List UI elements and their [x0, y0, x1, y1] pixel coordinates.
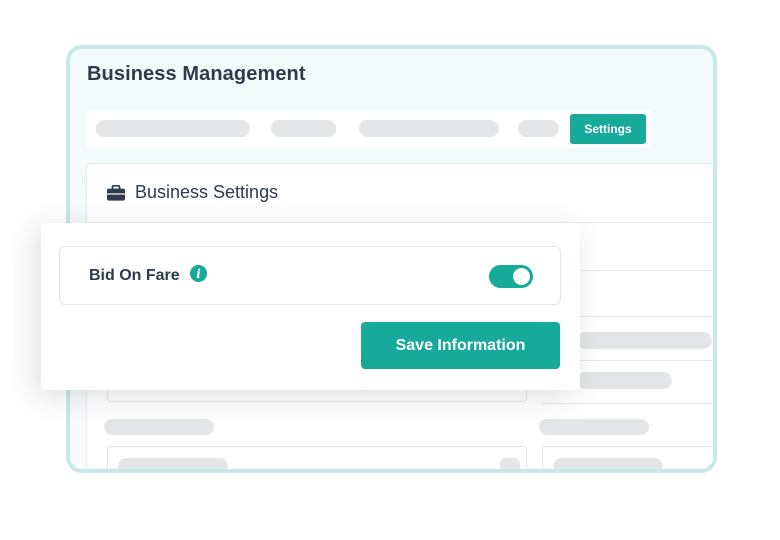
divider: [541, 403, 713, 404]
input-field[interactable]: [542, 446, 713, 469]
bid-on-fare-row: Bid On Fare i: [59, 246, 561, 305]
card-title: Business Settings: [135, 182, 279, 202]
page-title: Business Management: [87, 63, 306, 85]
tab-placeholder[interactable]: [271, 120, 336, 137]
label-placeholder: [539, 419, 649, 435]
tab-placeholder[interactable]: [518, 120, 559, 137]
info-icon[interactable]: i: [190, 265, 207, 282]
toggle-knob: [513, 268, 530, 285]
card-header: Business Settings: [107, 182, 278, 203]
tab-placeholder[interactable]: [96, 120, 250, 137]
bid-on-fare-label: Bid On Fare: [89, 267, 180, 284]
save-information-button[interactable]: Save Information: [361, 322, 560, 369]
bid-on-fare-panel: Bid On Fare i Save Information: [41, 223, 580, 390]
label-placeholder: [104, 419, 214, 435]
input-field[interactable]: [107, 446, 527, 469]
value-placeholder: [500, 458, 520, 469]
value-placeholder: [118, 458, 228, 469]
value-placeholder: [553, 458, 663, 469]
tab-placeholder[interactable]: [359, 120, 499, 137]
field-placeholder: [577, 332, 712, 349]
tab-bar: Settings: [86, 110, 652, 148]
bid-on-fare-toggle[interactable]: [489, 265, 533, 288]
briefcase-icon: [107, 184, 125, 201]
field-placeholder: [577, 372, 672, 389]
tab-settings[interactable]: Settings: [570, 114, 646, 144]
